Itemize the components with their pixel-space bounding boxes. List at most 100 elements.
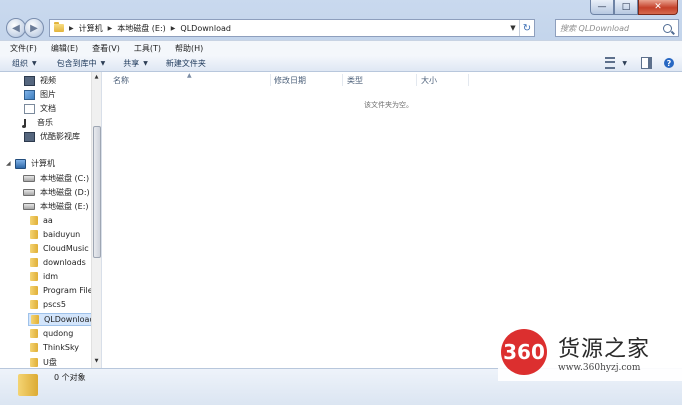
nav-item-label: QLDownload bbox=[44, 315, 95, 324]
menu-tools[interactable]: 工具(T) bbox=[134, 43, 161, 54]
nav-item-computer[interactable]: ◢ 计算机 bbox=[6, 158, 55, 169]
expand-arrow-icon[interactable]: ◢ bbox=[6, 160, 12, 167]
folder-icon bbox=[30, 329, 38, 338]
column-header-name[interactable]: 名称 bbox=[113, 75, 129, 86]
nav-item-youku-library[interactable]: 优酷影视库 bbox=[24, 131, 80, 142]
include-in-library-label: 包含到库中 bbox=[56, 58, 97, 68]
chevron-down-icon: ▼ bbox=[32, 59, 37, 67]
item-count: 0 个对象 bbox=[54, 373, 86, 382]
breadcrumb-drive-e[interactable]: 本地磁盘 (E:) bbox=[117, 23, 166, 34]
forward-button[interactable]: ▶ bbox=[24, 18, 44, 38]
nav-item-music[interactable]: 音乐 bbox=[22, 117, 53, 128]
search-box[interactable]: 搜索 QLDownload bbox=[555, 19, 679, 37]
close-button[interactable]: ✕ bbox=[638, 0, 678, 15]
nav-item-label: pscs5 bbox=[43, 300, 66, 309]
nav-item-folder-thinksky[interactable]: ThinkSky bbox=[30, 343, 79, 352]
video-library-icon bbox=[24, 75, 35, 86]
menu-bar: 文件(F) 编辑(E) 查看(V) 工具(T) 帮助(H) bbox=[0, 40, 682, 55]
nav-item-folder-qldownload[interactable]: QLDownload bbox=[28, 313, 95, 326]
share-button[interactable]: 共享 ▼ bbox=[123, 58, 148, 69]
nav-item-drive-c[interactable]: 本地磁盘 (C:) bbox=[23, 173, 89, 184]
scroll-down-icon[interactable]: ▼ bbox=[93, 358, 100, 366]
folder-icon bbox=[30, 300, 38, 309]
chevron-down-icon: ▼ bbox=[100, 59, 106, 67]
folder-icon bbox=[30, 272, 38, 281]
breadcrumb-computer[interactable]: 计算机 bbox=[79, 23, 103, 34]
nav-item-folder-aa[interactable]: aa bbox=[30, 216, 53, 225]
nav-item-pictures[interactable]: 图片 bbox=[24, 89, 56, 100]
hard-drive-icon bbox=[23, 189, 35, 196]
computer-icon bbox=[15, 158, 26, 169]
folder-icon bbox=[54, 22, 64, 32]
command-bar: 组织 ▼ 包含到库中 ▼ 共享 ▼ 新建文件夹 ▼ ? bbox=[0, 55, 682, 72]
nav-item-label: 优酷影视库 bbox=[40, 132, 80, 141]
library-icon bbox=[24, 131, 35, 142]
documents-library-icon bbox=[24, 103, 35, 114]
address-dropdown-icon[interactable]: ▼ bbox=[507, 24, 519, 32]
nav-item-label: 文档 bbox=[40, 104, 56, 113]
menu-help[interactable]: 帮助(H) bbox=[175, 43, 203, 54]
column-header-modified[interactable]: 修改日期 bbox=[274, 75, 306, 86]
nav-item-label: qudong bbox=[43, 329, 74, 338]
column-divider[interactable] bbox=[416, 74, 417, 86]
nav-item-folder-baiduyun[interactable]: baiduyun bbox=[30, 230, 80, 239]
forward-arrow-icon: ▶ bbox=[30, 22, 38, 34]
nav-item-folder-qudong[interactable]: qudong bbox=[30, 329, 73, 338]
nav-item-folder-downloads[interactable]: downloads bbox=[30, 258, 86, 267]
address-bar[interactable]: ▶ 计算机 ▶ 本地磁盘 (E:) ▶ QLDownload ▼ ↻ bbox=[49, 19, 535, 37]
nav-item-videos[interactable]: 视频 bbox=[24, 75, 56, 86]
folder-icon bbox=[30, 258, 38, 267]
share-label: 共享 bbox=[123, 58, 140, 68]
nav-item-drive-e[interactable]: 本地磁盘 (E:) bbox=[23, 201, 89, 212]
search-icon[interactable] bbox=[663, 23, 672, 33]
nav-item-folder-cloudmusic[interactable]: CloudMusic bbox=[30, 244, 89, 253]
nav-item-label: 图片 bbox=[40, 90, 56, 99]
breadcrumb-qldownload[interactable]: QLDownload bbox=[180, 24, 231, 33]
nav-item-documents[interactable]: 文档 bbox=[24, 103, 56, 114]
nav-item-label: 计算机 bbox=[31, 159, 55, 168]
nav-item-label: 本地磁盘 (C:) bbox=[40, 174, 90, 183]
nav-item-label: aa bbox=[43, 216, 53, 225]
chevron-down-icon[interactable]: ▼ bbox=[622, 60, 627, 67]
navigation-scrollbar[interactable]: ▲ ▼ bbox=[91, 72, 101, 368]
menu-file[interactable]: 文件(F) bbox=[10, 43, 37, 54]
hard-drive-icon bbox=[23, 175, 35, 182]
caption-buttons: — □ ✕ bbox=[590, 0, 678, 15]
folder-icon bbox=[31, 315, 39, 324]
nav-item-folder-pscs5[interactable]: pscs5 bbox=[30, 300, 66, 309]
search-placeholder[interactable]: 搜索 QLDownload bbox=[560, 23, 663, 34]
folder-icon bbox=[18, 374, 38, 396]
nav-item-label: CloudMusic bbox=[43, 244, 89, 253]
nav-item-folder-u-disk[interactable]: U盘 bbox=[30, 357, 57, 368]
refresh-icon[interactable]: ↻ bbox=[519, 20, 534, 36]
chevron-right-icon[interactable]: ▶ bbox=[108, 25, 113, 32]
maximize-button[interactable]: □ bbox=[614, 0, 638, 15]
column-divider[interactable] bbox=[270, 74, 271, 86]
explorer-window: — □ ✕ ◀ ▶ ▶ 计算机 ▶ 本地磁盘 (E:) ▶ QLDownload… bbox=[0, 0, 682, 405]
nav-item-folder-idm[interactable]: idm bbox=[30, 272, 58, 281]
nav-item-folder-program-files[interactable]: Program Files bbox=[30, 286, 97, 295]
organize-button[interactable]: 组织 ▼ bbox=[12, 58, 37, 69]
column-divider[interactable] bbox=[468, 74, 469, 86]
chevron-down-icon: ▼ bbox=[143, 59, 148, 67]
watermark-url: www.360hyzj.com bbox=[558, 363, 641, 373]
view-options-icon[interactable] bbox=[605, 57, 616, 69]
column-header-type[interactable]: 类型 bbox=[347, 75, 363, 86]
scrollbar-thumb[interactable] bbox=[93, 126, 101, 258]
folder-icon bbox=[30, 230, 38, 239]
menu-edit[interactable]: 编辑(E) bbox=[51, 43, 78, 54]
column-header-size[interactable]: 大小 bbox=[421, 75, 437, 86]
menu-view[interactable]: 查看(V) bbox=[92, 43, 120, 54]
include-in-library-button[interactable]: 包含到库中 ▼ bbox=[57, 58, 106, 69]
preview-pane-icon[interactable] bbox=[641, 57, 652, 69]
new-folder-button[interactable]: 新建文件夹 bbox=[166, 58, 206, 69]
nav-item-drive-d[interactable]: 本地磁盘 (D:) bbox=[23, 187, 90, 198]
navigation-pane: 视频 图片 文档 音乐 优酷影视库 ◢ 计算机 本地磁盘 (C:) 本地磁盘 (D… bbox=[0, 72, 102, 368]
column-divider[interactable] bbox=[342, 74, 343, 86]
scroll-up-icon[interactable]: ▲ bbox=[93, 74, 100, 82]
help-icon[interactable]: ? bbox=[664, 58, 674, 68]
chevron-right-icon[interactable]: ▶ bbox=[69, 25, 74, 32]
minimize-button[interactable]: — bbox=[590, 0, 614, 15]
chevron-right-icon[interactable]: ▶ bbox=[171, 25, 176, 32]
back-button[interactable]: ◀ bbox=[6, 18, 26, 38]
